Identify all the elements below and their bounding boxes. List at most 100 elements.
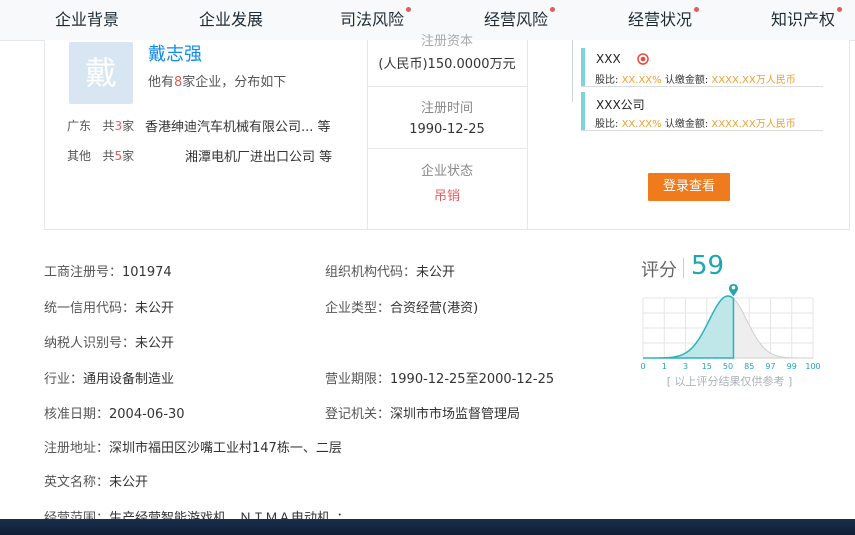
notification-dot xyxy=(694,7,700,12)
field-value: 深圳市福田区沙嘴工业村147栋一、二层 xyxy=(109,441,342,456)
reg-number-field: 工商注册号：101974 xyxy=(44,261,172,280)
amount-label: 认缴金额: xyxy=(664,119,709,130)
divider xyxy=(367,148,527,149)
notification-dot xyxy=(550,7,556,12)
reg-time-value: 1990-12-25 xyxy=(409,122,485,137)
login-to-view-button[interactable]: 登录查看 xyxy=(648,173,730,201)
field-value: 合资经营(港资) xyxy=(390,301,479,316)
company-status: 企业状态 吊销 xyxy=(367,160,527,204)
tree-connector xyxy=(572,40,573,102)
field-value: 1990-12-25至2000-12-25 xyxy=(390,372,555,387)
field-value: 通用设备制造业 xyxy=(83,372,175,387)
region-company-link[interactable]: 香港绅迪汽车机械有限公司... 等 xyxy=(145,116,331,135)
region-row-other: 其他 共5家 xyxy=(67,147,134,164)
registration-time: 注册时间 1990-12-25 xyxy=(367,97,527,137)
tick-label: 3 xyxy=(683,362,688,371)
divider xyxy=(527,40,528,229)
tick-label: 100 xyxy=(805,362,820,371)
nav-tab-intellectual-property[interactable]: 知识产权 xyxy=(771,0,843,40)
nav-tab-label: 经营状况 xyxy=(628,10,693,29)
shareholder-name: XXX xyxy=(596,52,649,68)
summary-prefix: 他有 xyxy=(148,75,175,90)
field-label: 核准日期： xyxy=(44,407,110,422)
shareholder-name: XXX公司 xyxy=(596,98,645,112)
region-name: 其他 xyxy=(67,149,92,163)
registration-authority-field: 登记机关：深圳市市场监督管理局 xyxy=(325,403,520,422)
field-value: 深圳市市场监督管理局 xyxy=(390,407,521,422)
notification-dot xyxy=(406,7,412,12)
count-prefix: 共 xyxy=(102,149,115,163)
nav-tab-label: 企业背景 xyxy=(55,10,120,29)
ratio-value: XX.XX% xyxy=(621,75,662,86)
nav-tab-label: 知识产权 xyxy=(771,10,836,29)
field-label: 营业期限： xyxy=(325,372,391,387)
nav-tab-development[interactable]: 企业发展 xyxy=(199,0,263,40)
count-prefix: 共 xyxy=(102,119,115,133)
nav-tab-label: 司法风险 xyxy=(340,10,405,29)
field-label: 纳税人识别号： xyxy=(44,336,136,351)
business-term-field: 营业期限：1990-12-25至2000-12-25 xyxy=(325,368,554,387)
shareholder-detail: 股比: XX.XX% 认缴金额: XXXX.XX万人民币 xyxy=(595,71,796,86)
divider xyxy=(683,258,684,278)
company-type-field: 企业类型：合资经营(港资) xyxy=(325,297,478,316)
shareholder-detail: 股比: XX.XX% 认缴金额: XXXX.XX万人民币 xyxy=(595,115,796,130)
reg-time-label: 注册时间 xyxy=(420,101,473,116)
org-code-field: 组织机构代码：未公开 xyxy=(325,261,455,280)
legal-rep-name[interactable]: 戴志强 xyxy=(148,40,202,66)
taxpayer-id-field: 纳税人识别号：未公开 xyxy=(44,332,174,351)
shareholder-item[interactable]: XXX公司 股比: XX.XX% 认缴金额: XXXX.XX万人民币 xyxy=(581,92,823,130)
status-label: 企业状态 xyxy=(420,164,473,179)
score-highlight-area xyxy=(643,295,735,359)
count-suffix: 家 xyxy=(122,119,135,133)
region-company-link[interactable]: 湘潭电机厂进出口公司 等 xyxy=(185,146,332,165)
amount-value: XXXX.XX万人民币 xyxy=(711,119,796,130)
legal-rep-summary: 他有8家企业，分布如下 xyxy=(148,71,286,90)
notification-dot xyxy=(837,7,843,12)
ratio-value: XX.XX% xyxy=(621,119,662,130)
nav-tab-label: 企业发展 xyxy=(199,10,264,29)
field-value: 未公开 xyxy=(135,336,175,351)
field-label: 工商注册号： xyxy=(44,265,123,280)
field-label: 登记机关： xyxy=(325,407,391,422)
registered-address-field: 注册地址：深圳市福田区沙嘴工业村147栋一、二层 xyxy=(44,437,342,456)
shareholder-item[interactable]: XXX 股比: XX.XX% 认缴金额: XXXX.XX万人民币 xyxy=(581,48,823,86)
field-label: 统一信用代码： xyxy=(44,301,136,316)
credit-code-field: 统一信用代码：未公开 xyxy=(44,297,174,316)
field-label: 英文名称： xyxy=(44,475,110,490)
nav-tab-background[interactable]: 企业背景 xyxy=(55,0,119,40)
gear-icon xyxy=(636,53,649,68)
amount-value: XXXX.XX万人民币 xyxy=(711,75,796,86)
avatar: 戴 xyxy=(69,42,133,104)
score-distribution-chart: 0 1 3 15 50 85 97 99 100 xyxy=(640,283,820,371)
shareholder-name-text: XXX xyxy=(596,52,621,66)
field-value: 未公开 xyxy=(416,265,456,280)
field-label: 组织机构代码： xyxy=(325,265,417,280)
nav-tab-operating-status[interactable]: 经营状况 xyxy=(628,0,700,40)
field-value: 101974 xyxy=(122,265,172,280)
nav-tab-label: 经营风险 xyxy=(484,10,549,29)
capital-value: (人民币)150.0000万元 xyxy=(378,57,516,72)
ratio-label: 股比: xyxy=(595,75,619,86)
location-pin-icon xyxy=(728,283,738,297)
tick-label: 97 xyxy=(765,362,775,371)
english-name-field: 英文名称：未公开 xyxy=(44,471,148,490)
amount-label: 认缴金额: xyxy=(664,75,709,86)
region-row-guangdong: 广东 共3家 xyxy=(67,117,134,134)
count-suffix: 家 xyxy=(122,149,135,163)
field-label: 企业类型： xyxy=(325,301,391,316)
taskbar xyxy=(0,519,855,535)
tick-label: 99 xyxy=(787,362,797,371)
field-label: 注册地址： xyxy=(44,441,110,456)
score-value: 59 xyxy=(691,251,725,281)
field-value: 未公开 xyxy=(135,301,175,316)
field-value: 未公开 xyxy=(109,475,149,490)
summary-suffix: 家企业，分布如下 xyxy=(182,75,287,90)
tick-label: 85 xyxy=(744,362,754,371)
pin-dot xyxy=(731,285,736,290)
field-value: 2004-06-30 xyxy=(109,407,185,422)
field-label: 行业： xyxy=(44,372,84,387)
tick-label: 0 xyxy=(640,362,645,371)
capital-label: 注册资本 xyxy=(420,34,473,49)
divider xyxy=(367,86,527,87)
status-badge: 吊销 xyxy=(433,189,460,204)
